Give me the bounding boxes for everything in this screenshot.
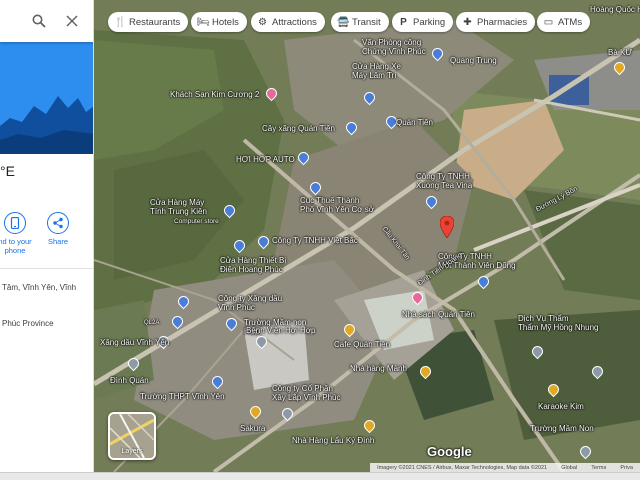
map-label[interactable]: Nhà Hàng Lẩu Ký Đình bbox=[292, 436, 374, 445]
privacy-link[interactable]: Priva bbox=[620, 465, 633, 471]
map-label[interactable]: Quán Tiên bbox=[396, 118, 433, 127]
map-label[interactable]: Nhà sách Quán Tiên bbox=[402, 310, 475, 319]
map-label[interactable]: Công ty Xăng dầu Vĩnh Phúc bbox=[218, 294, 282, 312]
map-label[interactable]: Công ty Cổ Phần Xây Lắp Vĩnh Phúc bbox=[272, 384, 341, 402]
chip-label: Restaurants bbox=[129, 16, 181, 28]
terms-link[interactable]: Terms bbox=[591, 465, 606, 471]
share-button[interactable]: Share bbox=[44, 212, 72, 246]
map-label[interactable]: Xăng dầu Vĩnh Yên bbox=[100, 338, 169, 347]
chip-hotels[interactable]: 🛏 Hotels bbox=[191, 12, 247, 32]
map-label[interactable]: Nhà hàng Mành bbox=[350, 364, 407, 373]
map-label[interactable]: Cửa Hàng Xe Máy Lâm Trí bbox=[352, 62, 401, 80]
chip-label: Parking bbox=[413, 16, 446, 28]
imagery-attribution: Imagery ©2021 CNES / Airbus, Maxar Techn… bbox=[377, 464, 548, 471]
atm-icon: ▭ bbox=[543, 16, 554, 28]
layers-label: Layers bbox=[121, 448, 143, 455]
map-label[interactable]: Hoàng Quốc Hội bbox=[590, 5, 640, 14]
chip-label: ATMs bbox=[558, 16, 583, 28]
chip-label: Attractions bbox=[272, 16, 317, 28]
address-line-1: Tâm, Vĩnh Yên, Vĩnh bbox=[2, 283, 77, 292]
search-icon[interactable] bbox=[32, 14, 46, 28]
share-label: Share bbox=[47, 237, 68, 246]
map-label[interactable]: Cafe Quán Tiên bbox=[334, 340, 390, 349]
parking-icon: P bbox=[400, 16, 407, 28]
map-label[interactable]: Karaoke Kim bbox=[538, 402, 584, 411]
chip-label: Transit bbox=[352, 16, 381, 28]
chip-label: Pharmacies bbox=[477, 16, 528, 28]
map-label[interactable]: Trường Mầm Non bbox=[530, 424, 594, 433]
map-label[interactable]: Văn Phòng công Chứng Vĩnh Phúc bbox=[362, 38, 426, 56]
map-label[interactable]: Cửa Hàng Máy Tính Trung Kiên bbox=[150, 198, 207, 216]
map-label[interactable]: Bà KỨ bbox=[608, 48, 632, 57]
satellite-map[interactable]: 🍴 Restaurants 🛏 Hotels ⚙ Attractions 🚍 Trans… bbox=[94, 0, 640, 472]
chip-pharmacies[interactable]: ✚ Pharmacies bbox=[456, 12, 536, 32]
road-label: QL2A bbox=[144, 320, 160, 326]
search-box[interactable] bbox=[0, 0, 93, 42]
google-logo: Google bbox=[427, 444, 472, 459]
taskbar bbox=[0, 472, 640, 480]
share-icon bbox=[47, 212, 69, 234]
chip-atms[interactable]: ▭ ATMs bbox=[537, 12, 591, 32]
chip-label: Hotels bbox=[212, 16, 239, 28]
place-title: °E bbox=[0, 163, 15, 179]
photo-image bbox=[0, 36, 93, 154]
global-link[interactable]: Global bbox=[561, 465, 577, 471]
map-label[interactable]: Cửa Hàng Thiết Bị Điện Hoang Phúc bbox=[220, 256, 286, 274]
close-icon[interactable] bbox=[66, 15, 78, 27]
map-label[interactable]: Cây xăng Quán Tiên bbox=[262, 124, 335, 133]
map-label[interactable]: Computer store bbox=[174, 218, 219, 225]
chip-parking[interactable]: P Parking bbox=[392, 12, 454, 32]
map-label[interactable]: Sakura bbox=[240, 424, 265, 433]
attribution-bar: Imagery ©2021 CNES / Airbus, Maxar Techn… bbox=[370, 463, 640, 472]
bus-icon: 🚍 bbox=[337, 16, 350, 28]
map-label[interactable]: Trường THPT Vĩnh Yên bbox=[140, 392, 225, 401]
bed-icon: 🛏 bbox=[197, 16, 210, 28]
map-label[interactable]: Công Ty TNHH Xuong Tea Vina bbox=[416, 172, 472, 190]
phone-icon bbox=[4, 212, 26, 234]
map-label[interactable]: HỢI HỢP AUTO bbox=[236, 155, 295, 164]
send-to-phone-label: nd to your phone bbox=[0, 237, 32, 255]
panel-divider bbox=[0, 268, 93, 269]
map-label[interactable]: Dịch Vụ Thẩm Thẩm Mỹ Hồng Nhung bbox=[518, 314, 598, 332]
map-label[interactable]: Khách Sạn Kim Cương 2 bbox=[170, 90, 259, 99]
chip-attractions[interactable]: ⚙ Attractions bbox=[251, 12, 325, 32]
fork-knife-icon: 🍴 bbox=[114, 16, 127, 28]
map-label[interactable]: Đình Quán bbox=[110, 376, 149, 385]
chip-restaurants[interactable]: 🍴 Restaurants bbox=[108, 12, 189, 32]
place-details-panel: °E nd to your phone Share Tâm, Vĩnh Yên,… bbox=[0, 0, 94, 472]
camera-icon: ⚙ bbox=[258, 16, 267, 28]
map-label[interactable]: Công Ty TNHH Việt Bắc bbox=[272, 236, 358, 245]
place-photo[interactable] bbox=[0, 36, 93, 154]
map-label[interactable]: Quang Trung bbox=[450, 56, 497, 65]
address-line-2: Phúc Province bbox=[2, 319, 54, 328]
chip-transit[interactable]: 🚍 Transit bbox=[331, 12, 389, 32]
send-to-phone-button[interactable]: nd to your phone bbox=[0, 212, 38, 255]
selected-location-pin-icon[interactable] bbox=[440, 216, 454, 238]
layers-button[interactable]: Layers bbox=[108, 412, 156, 460]
map-label[interactable]: Bệnh Viện Hợi Hợp bbox=[246, 326, 316, 335]
map-label[interactable]: Cục Thuế Thành Phố Vĩnh Yên Cơ sở bbox=[300, 196, 374, 214]
pharmacy-icon: ✚ bbox=[463, 16, 472, 28]
google-maps-window: °E nd to your phone Share Tâm, Vĩnh Yên,… bbox=[0, 0, 640, 480]
